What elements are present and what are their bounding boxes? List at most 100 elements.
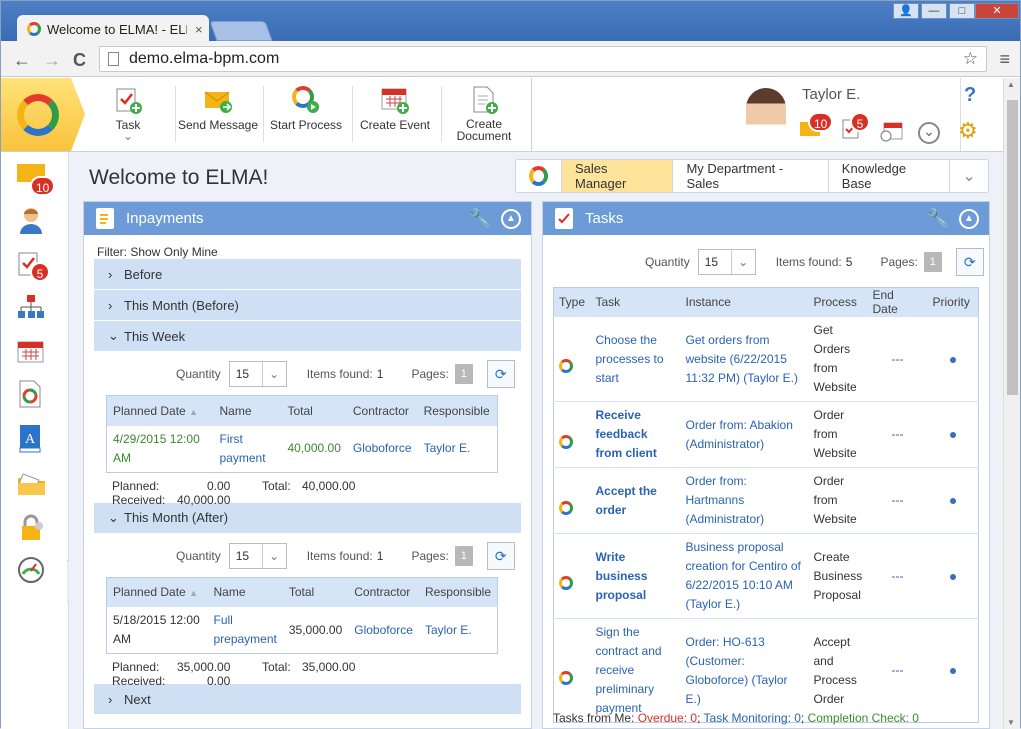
responsible-link[interactable]: Taylor E. [418, 426, 498, 473]
role-tab-sales-manager[interactable]: Sales Manager [562, 160, 674, 192]
group-this-month-before[interactable]: › This Month (Before) [94, 290, 521, 321]
create-event-button[interactable]: Create Event [357, 82, 433, 148]
task-link[interactable]: Sign the contract and receive preliminar… [590, 618, 681, 723]
task-link[interactable]: Receive feedback from client [590, 401, 681, 468]
col-process[interactable]: Process [808, 287, 868, 317]
roles-more-chevron-icon[interactable]: ⌄ [950, 160, 988, 192]
group-this-week[interactable]: ⌄ This Week [94, 321, 521, 352]
table-row[interactable]: 5/18/2015 12:00 AM Full prepayment 35,00… [107, 607, 498, 654]
name-link[interactable]: First payment [214, 426, 282, 473]
table-row[interactable]: Sign the contract and receive preliminar… [553, 618, 979, 723]
col-responsible[interactable]: Responsible [418, 577, 498, 607]
refresh-icon[interactable]: ⟳ [486, 541, 515, 570]
create-document-button[interactable]: Create Document [449, 82, 519, 148]
col-planned-date[interactable]: Planned Date ▲ [106, 395, 214, 426]
col-contractor[interactable]: Contractor [348, 577, 419, 607]
task-button[interactable]: Task ⌄ [101, 82, 155, 148]
sidebar-org-structure-icon[interactable] [17, 294, 45, 320]
window-user-button[interactable]: 👤 [893, 3, 919, 19]
user-menu-chevron-icon[interactable]: ⌄ [918, 122, 940, 144]
group-this-month-after[interactable]: ⌄ This Month (After) [94, 502, 521, 534]
table-row[interactable]: Write business proposal Business proposa… [553, 533, 979, 619]
sidebar-documents-icon[interactable] [17, 380, 45, 408]
instance-link[interactable]: Order from: Abakion (Administrator) [680, 401, 809, 468]
table-row[interactable]: Choose the processes to start Get orders… [553, 316, 979, 402]
task-link[interactable]: Choose the processes to start [590, 316, 681, 402]
col-instance[interactable]: Instance [680, 287, 809, 317]
tasks-settings-wrench-icon[interactable]: 🔧 [927, 208, 949, 229]
sidebar-calendar-icon[interactable] [17, 340, 45, 366]
tasks-collapse-icon[interactable]: ▲ [959, 209, 979, 229]
role-tab-my-department[interactable]: My Department - Sales [673, 160, 829, 192]
send-message-button[interactable]: Send Message [177, 82, 259, 148]
col-planned-date[interactable]: Planned Date ▲ [106, 577, 208, 607]
quantity-select[interactable]: 15 ⌄ [228, 361, 287, 387]
role-home-tab[interactable] [516, 160, 562, 192]
avatar[interactable] [746, 88, 786, 140]
col-priority[interactable]: Priority [927, 287, 979, 317]
task-monitoring-link[interactable]: Task Monitoring: 0 [704, 711, 801, 725]
help-icon[interactable]: ? [964, 84, 976, 107]
sidebar-knowledge-base-icon[interactable]: A [17, 424, 45, 453]
url-field[interactable]: demo.elma-bpm.com ☆ [99, 46, 987, 72]
scrollbar-thumb[interactable] [1007, 100, 1018, 395]
overdue-link[interactable]: Overdue: 0 [638, 711, 697, 725]
scroll-up-icon[interactable]: ▲ [1007, 80, 1015, 89]
col-total[interactable]: Total [281, 395, 347, 426]
task-link[interactable]: Write business proposal [590, 533, 681, 619]
col-total[interactable]: Total [282, 577, 349, 607]
bookmark-star-icon[interactable]: ☆ [963, 49, 978, 69]
quantity-select[interactable]: 15 ⌄ [228, 542, 287, 569]
refresh-icon[interactable]: ⟳ [955, 248, 984, 276]
sidebar-dashboard-gauge-icon[interactable] [17, 556, 45, 583]
elma-home-logo[interactable] [1, 78, 85, 151]
group-before[interactable]: › Before [94, 259, 521, 290]
responsible-link[interactable]: Taylor E. [419, 607, 498, 654]
inpayments-collapse-icon[interactable]: ▲ [501, 209, 521, 229]
sidebar-folder-icon[interactable] [17, 472, 45, 498]
col-contractor[interactable]: Contractor [346, 395, 418, 426]
page-scrollbar[interactable]: ▲ ▼ [1003, 78, 1020, 729]
window-minimize-button[interactable]: — [921, 3, 947, 19]
refresh-icon[interactable]: ⟳ [486, 360, 515, 388]
instance-link[interactable]: Business proposal creation for Centiro o… [680, 533, 809, 619]
completion-check-link[interactable]: Completion Check: 0 [808, 711, 919, 725]
task-dropdown-icon[interactable]: ⌄ [101, 130, 155, 142]
contractor-link[interactable]: Globoforce [348, 607, 419, 654]
settings-gear-icon[interactable]: ⚙ [958, 118, 978, 144]
window-maximize-button[interactable]: □ [949, 3, 975, 19]
instance-link[interactable]: Order from: Hartmanns (Administrator) [680, 467, 809, 534]
window-close-button[interactable]: ✕ [975, 3, 1019, 19]
table-row[interactable]: Accept the order Order from: Hartmanns (… [553, 467, 979, 534]
col-name[interactable]: Name [213, 395, 282, 426]
sidebar-profile-icon[interactable] [17, 206, 45, 234]
sidebar-security-lock-icon[interactable] [17, 514, 45, 540]
page-number[interactable]: 1 [923, 252, 942, 272]
inpayments-settings-wrench-icon[interactable]: 🔧 [469, 208, 491, 229]
table-row[interactable]: 4/29/2015 12:00 AM First payment 40,000.… [107, 426, 498, 473]
contractor-link[interactable]: Globoforce [347, 426, 418, 473]
col-name[interactable]: Name [207, 577, 283, 607]
back-icon[interactable]: ← [13, 50, 31, 71]
col-responsible[interactable]: Responsible [417, 395, 498, 426]
scroll-down-icon[interactable]: ▼ [1007, 718, 1015, 727]
group-next[interactable]: › Next [94, 684, 521, 715]
table-row[interactable]: Receive feedback from client Order from:… [553, 401, 979, 468]
role-tab-knowledge-base[interactable]: Knowledge Base [829, 160, 951, 192]
tab-close-icon[interactable]: × [195, 22, 203, 37]
col-task[interactable]: Task [590, 287, 681, 317]
page-number[interactable]: 1 [454, 545, 473, 566]
calendar-clock-icon[interactable] [880, 122, 904, 145]
instance-link[interactable]: Order: HO-613 (Customer: Globoforce) (Ta… [680, 618, 809, 723]
col-type[interactable]: Type [553, 287, 591, 317]
forward-icon[interactable]: → [43, 50, 61, 71]
user-name[interactable]: Taylor E. [802, 86, 860, 103]
instance-link[interactable]: Get orders from website (6/22/2015 11:32… [680, 316, 809, 402]
browser-tab[interactable]: Welcome to ELMA! - ELMA × [17, 15, 209, 43]
browser-menu-icon[interactable]: ≡ [999, 49, 1010, 70]
new-tab-button[interactable] [209, 21, 273, 41]
reload-icon[interactable]: C [73, 50, 86, 71]
start-process-button[interactable]: Start Process [267, 82, 345, 148]
task-link[interactable]: Accept the order [590, 467, 681, 534]
col-end-date[interactable]: End Date [867, 287, 928, 317]
